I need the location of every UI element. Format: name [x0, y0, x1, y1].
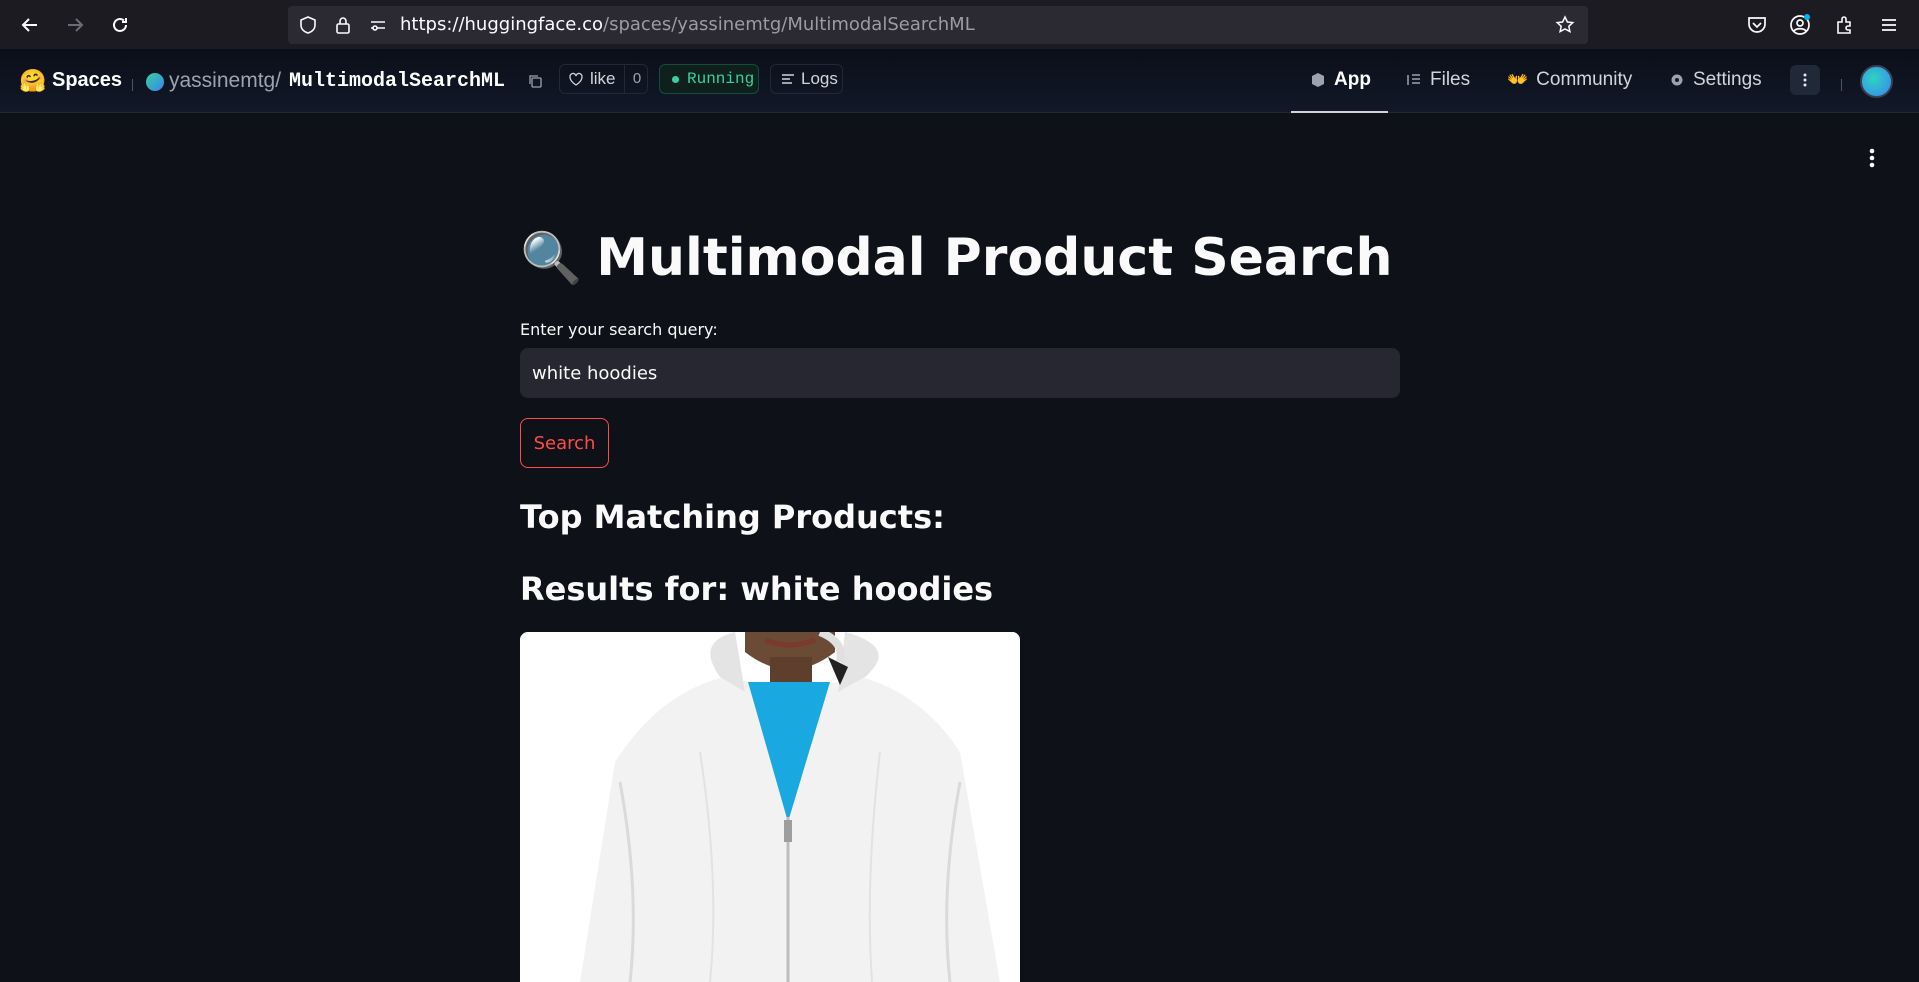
- logs-icon: [782, 74, 794, 84]
- url-path: /spaces/yassinemtg/MultimodalSearchML: [603, 14, 975, 35]
- tab-community-label: Community: [1536, 69, 1633, 90]
- logs-button[interactable]: Logs: [770, 64, 843, 94]
- lock-icon[interactable]: [333, 15, 353, 35]
- tab-settings-label: Settings: [1693, 69, 1762, 90]
- space-header: 🤗 Spaces yassinemtg/ MultimodalSearchML …: [0, 49, 1919, 113]
- status-badge[interactable]: Running: [659, 64, 759, 94]
- owner-link[interactable]: yassinemtg/: [169, 69, 281, 93]
- like-label: like: [590, 69, 616, 88]
- divider: [132, 79, 133, 91]
- forward-arrow-icon: [68, 18, 84, 32]
- spaces-link[interactable]: Spaces: [52, 69, 122, 92]
- results-heading: Results for: white hoodies: [520, 570, 994, 608]
- copy-icon[interactable]: [527, 73, 543, 89]
- pocket-icon[interactable]: [1744, 12, 1770, 38]
- page-title: 🔍 Multimodal Product Search: [520, 228, 1393, 288]
- forward-button[interactable]: [60, 10, 90, 40]
- status-text: Running: [687, 70, 755, 88]
- logs-label: Logs: [801, 69, 838, 88]
- page-title-text: Multimodal Product Search: [596, 228, 1393, 288]
- hamburger-menu-icon[interactable]: [1876, 12, 1902, 38]
- top-matching-heading: Top Matching Products:: [520, 498, 945, 536]
- like-count: 0: [624, 65, 649, 93]
- search-button[interactable]: Search: [520, 418, 609, 468]
- repo-name[interactable]: MultimodalSearchML: [289, 70, 505, 93]
- app-menu-icon[interactable]: [1862, 146, 1882, 170]
- active-tab-indicator: [1291, 111, 1388, 113]
- user-avatar[interactable]: [1860, 65, 1893, 98]
- reload-button[interactable]: [105, 10, 135, 40]
- tab-files-label: Files: [1430, 69, 1471, 90]
- shield-icon[interactable]: [298, 15, 318, 35]
- browser-toolbar: https://huggingface.co/spaces/yassinemtg…: [0, 0, 1919, 49]
- back-button[interactable]: [15, 10, 45, 40]
- running-dot-icon: [672, 75, 679, 83]
- product-photo-white-hoodie: [520, 632, 1020, 982]
- back-arrow-icon: [21, 18, 37, 32]
- extensions-icon[interactable]: [1832, 12, 1858, 38]
- url-text[interactable]: https://huggingface.co/spaces/yassinemtg…: [400, 6, 975, 44]
- tab-app-label: App: [1334, 69, 1371, 90]
- tab-settings[interactable]: Settings: [1669, 69, 1762, 91]
- search-input[interactable]: [520, 348, 1400, 398]
- magnifier-emoji-icon: 🔍: [520, 228, 583, 287]
- bookmark-star-icon[interactable]: [1555, 15, 1575, 35]
- tab-files[interactable]: Files: [1406, 69, 1470, 91]
- reload-icon: [113, 17, 127, 32]
- path-separator: /: [275, 69, 282, 92]
- cube-icon: [1312, 73, 1324, 87]
- account-icon[interactable]: [1787, 12, 1813, 38]
- search-query-label: Enter your search query:: [520, 320, 718, 339]
- permissions-icon[interactable]: [368, 15, 388, 35]
- owner-name: yassinemtg: [169, 69, 276, 92]
- product-image: [520, 632, 1020, 982]
- url-host: https://huggingface.co: [400, 14, 603, 35]
- heart-icon: [569, 72, 583, 86]
- vertical-dots-icon: [1803, 73, 1807, 87]
- more-options-button[interactable]: [1790, 65, 1820, 95]
- space-avatar-icon: [146, 73, 164, 91]
- community-icon: 👐: [1507, 70, 1529, 89]
- tab-community[interactable]: 👐 Community: [1507, 69, 1632, 91]
- divider: [1841, 79, 1842, 91]
- hugging-face-logo-icon[interactable]: 🤗: [19, 69, 46, 94]
- address-bar[interactable]: https://huggingface.co/spaces/yassinemtg…: [288, 6, 1588, 44]
- tab-app[interactable]: App: [1310, 69, 1371, 91]
- like-button[interactable]: like 0: [559, 64, 648, 94]
- files-icon: [1407, 74, 1420, 85]
- gear-icon: [1671, 74, 1683, 86]
